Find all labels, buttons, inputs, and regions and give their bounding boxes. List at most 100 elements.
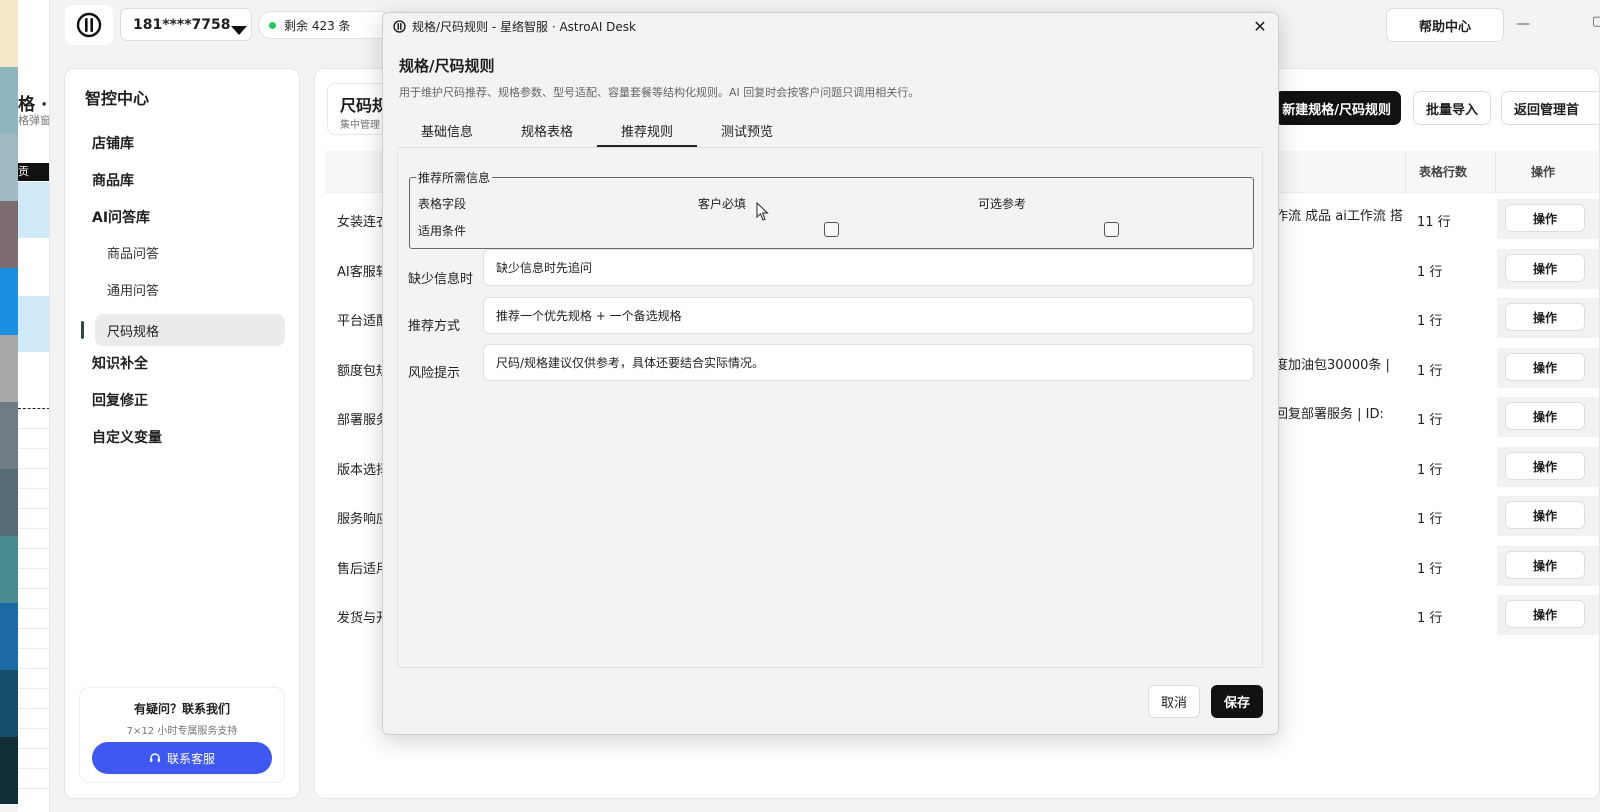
sidebar-active-indicator	[81, 321, 84, 339]
background-page-grid-line	[18, 468, 49, 469]
quota-text: 剩余 423 条	[284, 18, 351, 33]
row-description: 回复部署服务 | ID:	[1275, 407, 1384, 422]
sidebar-item-knowledge-completion[interactable]: 知识补全	[92, 353, 148, 373]
dialog-heading: 规格/尺码规则	[399, 57, 495, 75]
sidebar-item-general-qa[interactable]: 通用问答	[107, 280, 159, 299]
account-selector[interactable]: 181****7758	[120, 8, 252, 41]
tab-recommend-rules[interactable]: 推荐规则	[597, 113, 698, 147]
row-action-button[interactable]: 操作	[1505, 402, 1585, 430]
recommend-method-label: 推荐方式	[408, 319, 461, 334]
row-name: AI客服软	[337, 265, 387, 280]
dialog-titlebar[interactable]: 规格/尺码规则 - 星络智服 · AstroAI Desk	[383, 13, 1278, 39]
quota-badge: 剩余 423 条	[258, 11, 393, 39]
recommend-method-input[interactable]	[483, 297, 1254, 334]
dialog-tabs: 基础信息 规格表格 推荐规则 测试预览	[397, 113, 797, 147]
app-logo[interactable]	[65, 5, 113, 45]
row-name: 发货与开	[337, 611, 387, 626]
background-page: 格 · 格弹窗 贡	[18, 0, 50, 812]
background-page-selected-row	[18, 182, 49, 238]
spec-rule-dialog: 规格/尺码规则 - 星络智服 · AstroAI Desk ✕ 规格/尺码规则 …	[382, 12, 1279, 735]
status-dot-icon	[269, 21, 276, 29]
row-action-button[interactable]: 操作	[1505, 501, 1585, 529]
background-page-grid-line	[18, 608, 49, 609]
new-spec-rule-button[interactable]: 新建规格/尺码规则	[1275, 91, 1401, 125]
background-page-header-cell: 贡	[18, 163, 49, 181]
back-to-home-button[interactable]: 返回管理首	[1501, 91, 1599, 125]
sidebar-item-size-spec[interactable]: 尺码规格	[95, 314, 285, 346]
tab-spec-table[interactable]: 规格表格	[497, 113, 597, 147]
background-page-grid-line	[18, 688, 49, 689]
mouse-cursor-icon	[756, 202, 769, 221]
strip-block	[0, 402, 18, 469]
missing-info-label: 缺少信息时	[408, 272, 474, 287]
strip-block	[0, 335, 18, 402]
strip-block	[0, 603, 18, 670]
batch-import-button[interactable]: 批量导入	[1413, 91, 1491, 125]
risk-warning-input[interactable]	[483, 344, 1254, 381]
background-page-grid-line	[18, 788, 49, 789]
dialog-description: 用于维护尺码推荐、规格参数、型号适配、容量套餐等结构化规则。AI 回复时会按客户…	[399, 86, 920, 99]
help-center-button[interactable]: 帮助中心	[1386, 8, 1504, 42]
row-name: 平台适配	[337, 314, 387, 329]
sidebar-title: 智控中心	[85, 89, 150, 108]
background-color-strip	[0, 0, 18, 812]
row-count: 1 行	[1417, 314, 1443, 329]
row-action-button[interactable]: 操作	[1505, 254, 1585, 282]
sidebar-item-shop-library[interactable]: 店铺库	[92, 133, 134, 153]
sidebar-item-product-qa[interactable]: 商品问答	[107, 243, 159, 262]
contact-support-button[interactable]: 联系客服	[92, 742, 272, 774]
row-action-button[interactable]: 操作	[1505, 452, 1585, 480]
strip-block	[0, 134, 18, 201]
page-subtitle: 集中管理	[340, 120, 380, 131]
row-name: 服务响应	[337, 512, 387, 527]
strip-block	[0, 0, 18, 67]
strip-block	[0, 201, 18, 268]
row-action-button[interactable]: 操作	[1505, 353, 1585, 381]
column-header-optional: 可选参考	[978, 197, 1027, 211]
strip-block	[0, 536, 18, 603]
contact-card: 有疑问？联系我们 7×12 小时专属服务支持 联系客服	[79, 687, 285, 783]
required-checkbox[interactable]	[824, 222, 839, 237]
tabs-divider	[397, 147, 1263, 148]
background-page-selected-row	[18, 296, 49, 352]
page-title: 尺码规	[340, 96, 389, 115]
headset-icon	[149, 753, 160, 762]
row-action-button[interactable]: 操作	[1505, 551, 1585, 579]
sidebar-item-reply-correction[interactable]: 回复修正	[92, 390, 148, 410]
save-button[interactable]: 保存	[1211, 685, 1263, 718]
maximize-window-button[interactable]: ▢	[1592, 14, 1600, 29]
row-action-button[interactable]: 操作	[1505, 303, 1585, 331]
optional-checkbox[interactable]	[1104, 222, 1119, 237]
sidebar-item-custom-variables[interactable]: 自定义变量	[92, 427, 162, 447]
row-name: 售后适用	[337, 562, 387, 577]
sidebar: 智控中心 店铺库 商品库 AI问答库 商品问答 通用问答 尺码规格 知识补全 回…	[64, 68, 300, 799]
row-description: 作流 成品 ai工作流 搭	[1275, 209, 1403, 224]
column-separator	[1405, 151, 1406, 193]
strip-block	[0, 670, 18, 737]
condition-row-label: 适用条件	[418, 224, 467, 238]
account-number: 181****7758	[133, 16, 231, 33]
row-count: 1 行	[1417, 562, 1443, 577]
row-count: 1 行	[1417, 364, 1443, 379]
logo-icon	[76, 12, 102, 38]
cancel-button[interactable]: 取消	[1148, 685, 1200, 718]
minimize-window-button[interactable]: —	[1516, 16, 1530, 32]
row-action-button[interactable]: 操作	[1505, 600, 1585, 628]
sidebar-item-product-library[interactable]: 商品库	[92, 170, 134, 190]
row-count: 1 行	[1417, 413, 1443, 428]
background-page-grid-line	[18, 508, 49, 509]
row-count: 1 行	[1417, 611, 1443, 626]
background-page-grid-line	[18, 748, 49, 749]
fieldset-legend: 推荐所需信息	[416, 169, 493, 186]
contact-subtitle: 7×12 小时专属服务支持	[126, 726, 238, 737]
close-icon[interactable]: ✕	[1250, 16, 1270, 36]
sidebar-item-ai-qa-library[interactable]: AI问答库	[92, 207, 150, 227]
tab-test-preview[interactable]: 测试预览	[697, 113, 797, 147]
strip-block	[0, 67, 18, 134]
row-action-button[interactable]: 操作	[1505, 204, 1585, 232]
row-count: 1 行	[1417, 463, 1443, 478]
row-count: 1 行	[1417, 512, 1443, 527]
tab-basic-info[interactable]: 基础信息	[397, 113, 497, 147]
missing-info-input[interactable]	[483, 249, 1254, 286]
background-page-divider	[18, 408, 49, 409]
